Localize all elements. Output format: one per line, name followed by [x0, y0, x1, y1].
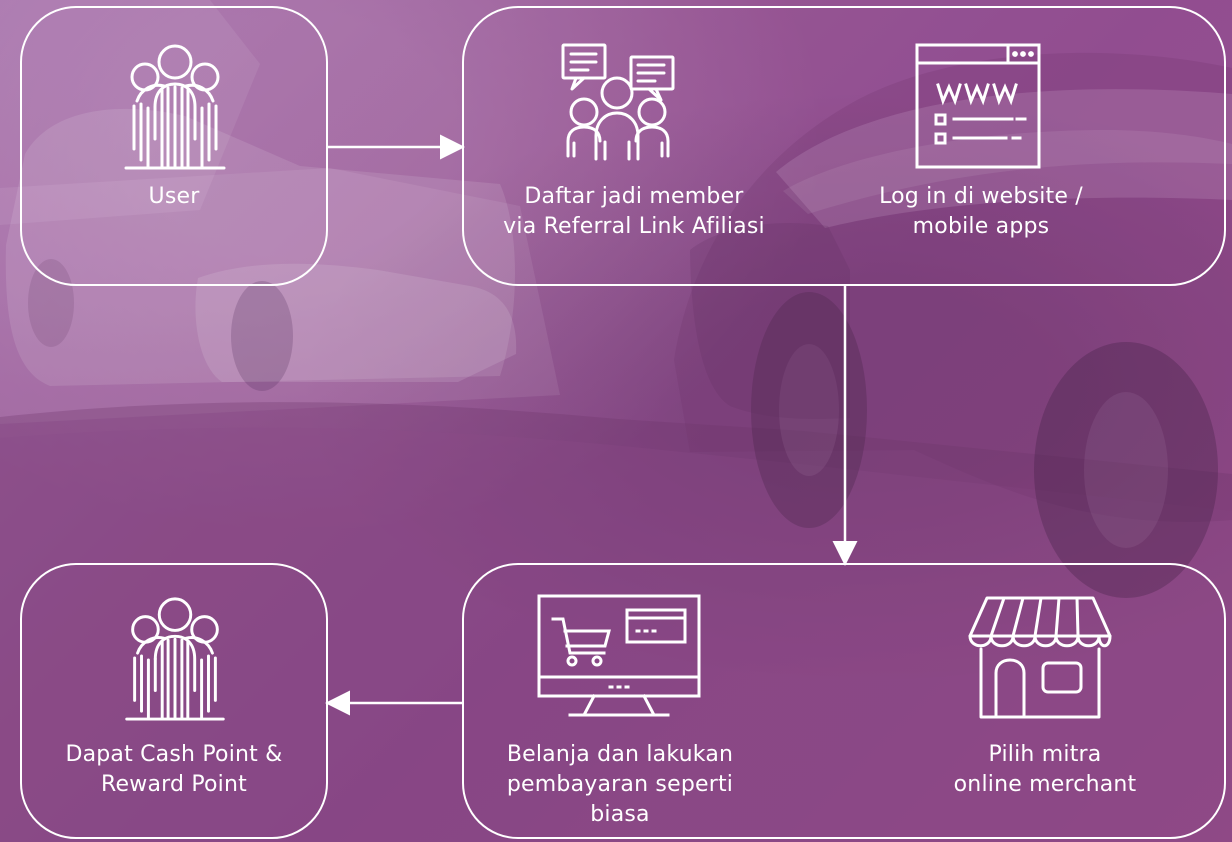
reward-label: Dapat Cash Point & Reward Point [65, 742, 283, 797]
shopping-monitor-icon [537, 594, 701, 717]
www-browser-icon [915, 43, 1041, 169]
merchant-label: Pilih mitra online merchant [953, 742, 1137, 797]
storefront-icon [968, 596, 1112, 719]
flow-diagram-canvas: User Daftar jadi member via Referral Lin… [0, 0, 1232, 842]
people-icon [125, 597, 225, 721]
login-label: Log in di website / mobile apps [879, 184, 1083, 239]
shopping-label: Belanja dan lakukan pembayaran seperti b… [506, 742, 734, 827]
member-label: Daftar jadi member via Referral Link Afi… [503, 184, 765, 239]
group-chat-icon [561, 43, 675, 161]
user-label: User [148, 184, 200, 209]
people-icon [124, 44, 226, 170]
